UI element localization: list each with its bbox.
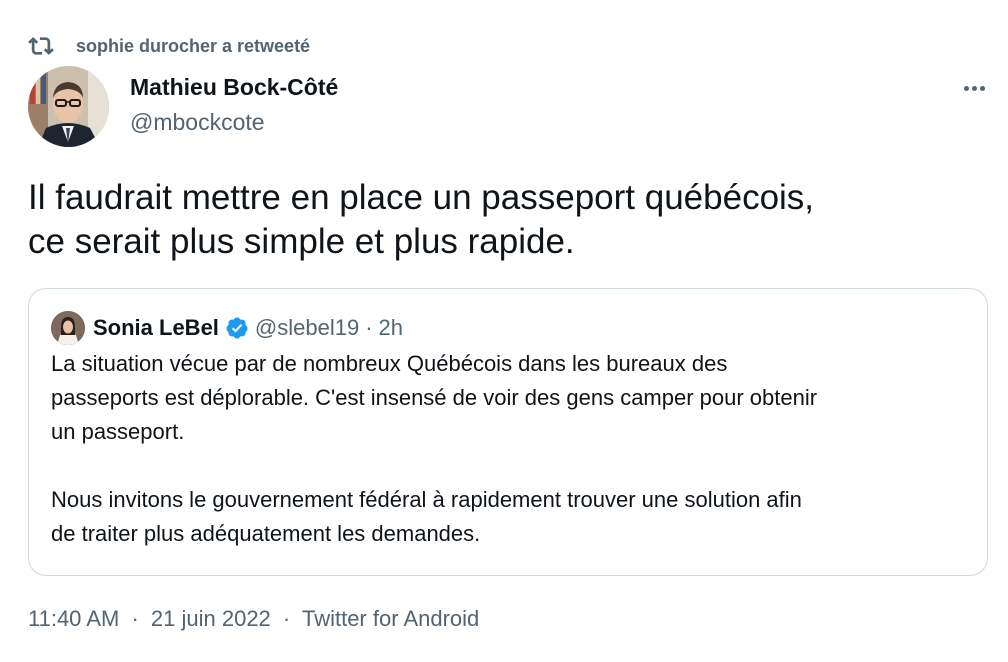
more-dot-icon bbox=[971, 85, 977, 91]
author-handle[interactable]: @mbockcote bbox=[130, 109, 265, 136]
quoted-text-line: de traiter plus adéquatement les demande… bbox=[51, 521, 481, 546]
author-name[interactable]: Mathieu Bock-Côté bbox=[130, 74, 338, 101]
quoted-tweet-text: La situation vécue par de nombreux Québé… bbox=[51, 347, 971, 551]
quoted-avatar[interactable] bbox=[51, 311, 85, 345]
tweet-text-line: Il faudrait mettre en place un passeport… bbox=[28, 178, 815, 217]
retweet-text[interactable]: sophie durocher a retweeté bbox=[76, 36, 310, 57]
quoted-text-line: Nous invitons le gouvernement fédéral à … bbox=[51, 487, 802, 512]
quoted-text-line: un passeport. bbox=[51, 419, 185, 444]
avatar[interactable] bbox=[28, 66, 109, 147]
more-dot-icon bbox=[979, 85, 985, 91]
retweet-icon bbox=[28, 37, 54, 55]
quoted-author-name[interactable]: Sonia LeBel bbox=[93, 315, 219, 341]
verified-badge-icon bbox=[226, 317, 248, 339]
quoted-text-line: passeports est déplorable. C'est insensé… bbox=[51, 385, 818, 410]
author-avatar-image bbox=[28, 66, 109, 147]
separator-dot: · bbox=[131, 606, 139, 631]
quoted-avatar-image bbox=[51, 311, 85, 345]
quoted-tweet[interactable]: Sonia LeBel @slebel19 · 2h La situation … bbox=[28, 288, 988, 576]
tweet-text: Il faudrait mettre en place un passeport… bbox=[28, 176, 978, 264]
tweet-text-line: ce serait plus simple et plus rapide. bbox=[28, 222, 575, 261]
separator-dot: · bbox=[365, 315, 373, 340]
quoted-text-line: La situation vécue par de nombreux Québé… bbox=[51, 351, 728, 376]
separator-dot: · bbox=[282, 606, 291, 631]
tweet: sophie durocher a retweeté Mathieu Bock-… bbox=[0, 0, 1008, 662]
more-dot-icon bbox=[963, 85, 969, 91]
tweet-source[interactable]: Twitter for Android bbox=[302, 606, 479, 631]
quoted-timestamp[interactable]: 2h bbox=[379, 315, 403, 341]
tweet-date[interactable]: 21 juin 2022 bbox=[151, 606, 271, 631]
retweet-context[interactable]: sophie durocher a retweeté bbox=[28, 33, 310, 59]
tweet-metadata: 11:40 AM · 21 juin 2022 · Twitter for An… bbox=[28, 606, 479, 632]
quoted-author-handle[interactable]: @slebel19 bbox=[255, 315, 359, 341]
tweet-time[interactable]: 11:40 AM bbox=[28, 606, 119, 631]
quoted-tweet-header: Sonia LeBel @slebel19 · 2h bbox=[51, 311, 403, 345]
more-options-button[interactable] bbox=[956, 76, 992, 100]
